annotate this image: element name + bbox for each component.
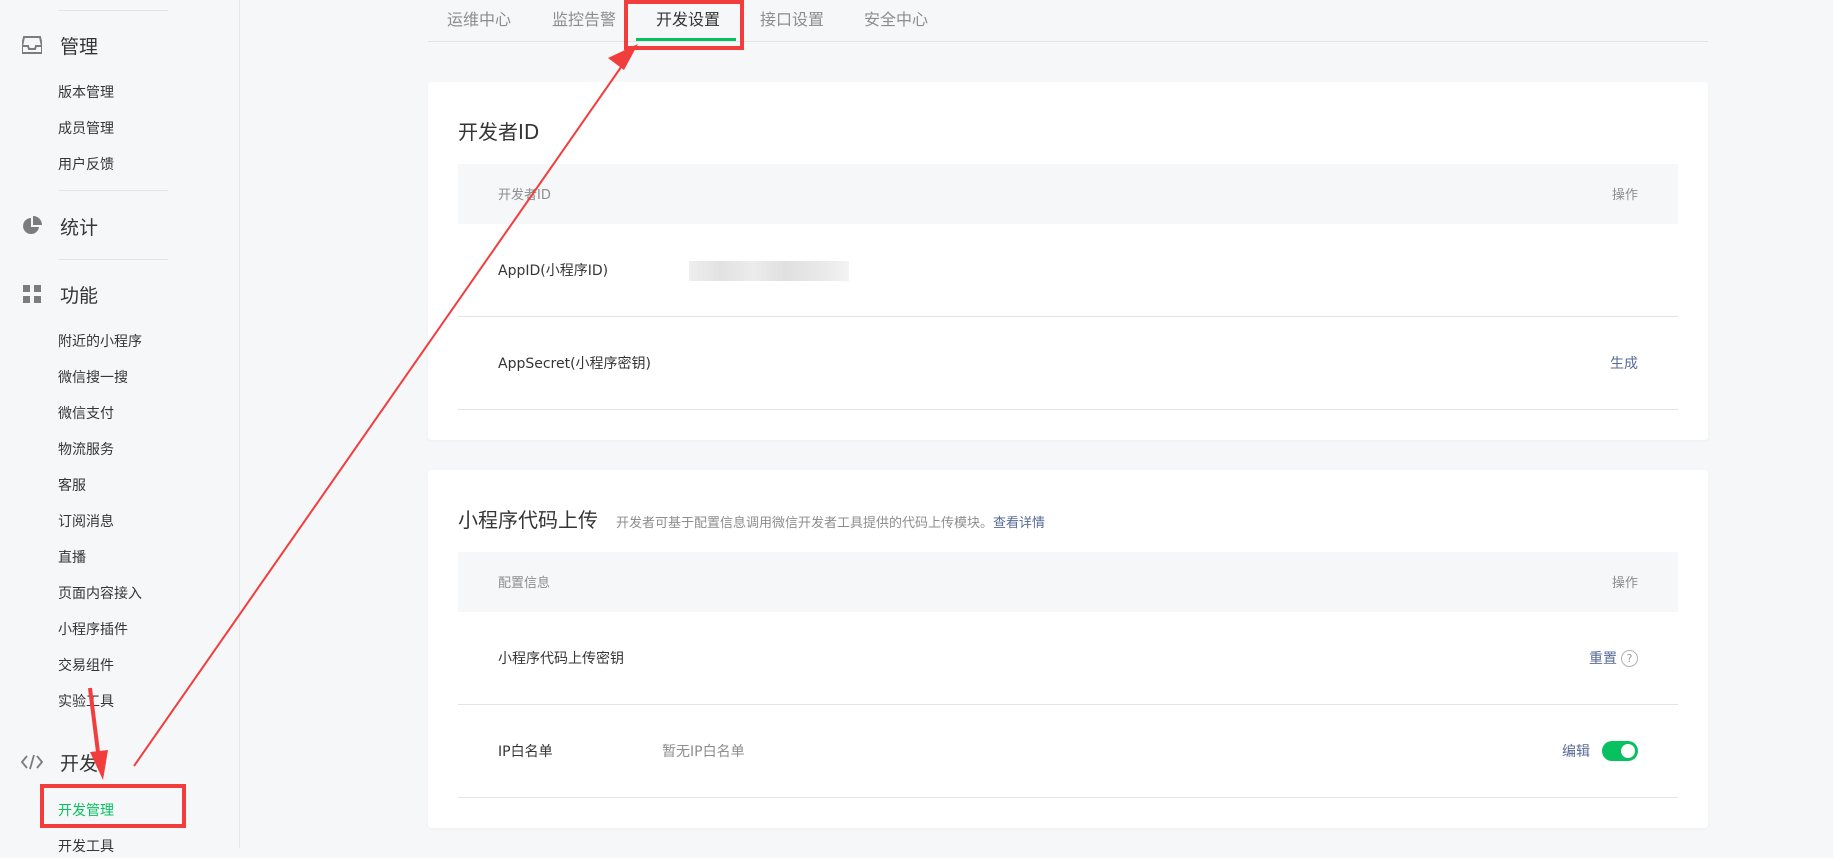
sidebar-item-nearby[interactable]: 附近的小程序 (58, 331, 142, 353)
pie-chart-icon (20, 214, 44, 238)
table-row-upload-key: 小程序代码上传密钥 重置 ? (458, 612, 1678, 705)
column-header-action: 操作 (1611, 188, 1638, 203)
code-upload-card: 小程序代码上传 开发者可基于配置信息调用微信开发者工具提供的代码上传模块。查看详情… (428, 470, 1708, 828)
sidebar-item-pay[interactable]: 微信支付 (58, 403, 114, 425)
appsecret-label: AppSecret(小程序密钥) (498, 356, 652, 372)
help-icon[interactable]: ? (1621, 649, 1638, 667)
tab-dev-settings[interactable]: 开发设置 (656, 8, 720, 32)
sidebar-item-plugins[interactable]: 小程序插件 (58, 619, 128, 641)
sidebar-item-live[interactable]: 直播 (58, 547, 86, 569)
sidebar-item-members[interactable]: 成员管理 (58, 118, 114, 140)
ip-whitelist-toggle[interactable] (1602, 741, 1638, 761)
sidebar-section-title: 管理 (60, 35, 99, 58)
inbox-icon (20, 33, 44, 57)
ip-whitelist-label: IP白名单 (498, 744, 553, 760)
sidebar-item-feedback[interactable]: 用户反馈 (58, 154, 114, 176)
column-header-developer-id: 开发者ID (498, 188, 551, 203)
appid-label: AppID(小程序ID) (498, 263, 609, 279)
sidebar-section-title: 统计 (60, 216, 99, 239)
card-title: 开发者ID (458, 120, 540, 144)
tab-monitor[interactable]: 监控告警 (552, 8, 616, 32)
card-subtitle: 开发者可基于配置信息调用微信开发者工具提供的代码上传模块。查看详情 (616, 516, 1045, 531)
sidebar-item-page-content[interactable]: 页面内容接入 (58, 583, 142, 605)
table-row-appsecret: AppSecret(小程序密钥) 生成 (458, 317, 1678, 410)
sidebar-section-manage[interactable]: 管理 (20, 30, 98, 60)
code-icon (20, 750, 44, 774)
top-tabs: 运维中心 监控告警 开发设置 接口设置 安全中心 (428, 0, 1708, 42)
generate-link[interactable]: 生成 (1610, 353, 1638, 373)
tab-security[interactable]: 安全中心 (864, 8, 928, 32)
grid-icon (20, 282, 44, 306)
action-cell: 生成 (1610, 353, 1638, 373)
card-title: 小程序代码上传 (458, 508, 598, 532)
action-cell: 重置 ? (1589, 648, 1638, 668)
annotation-arrowhead (608, 44, 638, 70)
table-header: 开发者ID 操作 (458, 164, 1678, 224)
sidebar-item-dev-tools[interactable]: 开发工具 (58, 836, 114, 858)
card-subtitle-text: 开发者可基于配置信息调用微信开发者工具提供的代码上传模块。 (616, 516, 994, 531)
table-header: 配置信息 操作 (458, 552, 1678, 612)
sidebar-item-search[interactable]: 微信搜一搜 (58, 367, 128, 389)
table-row-ip-whitelist: IP白名单 暂无IP白名单 编辑 (458, 705, 1678, 798)
upload-key-label: 小程序代码上传密钥 (498, 651, 624, 667)
sidebar-divider (58, 10, 168, 11)
action-cell: 编辑 (1562, 741, 1638, 761)
card-title-row: 小程序代码上传 开发者可基于配置信息调用微信开发者工具提供的代码上传模块。查看详情 (458, 504, 1045, 533)
sidebar-section-dev[interactable]: 开发 (20, 747, 98, 777)
sidebar-item-lab[interactable]: 实验工具 (58, 691, 114, 713)
ip-whitelist-value: 暂无IP白名单 (662, 744, 745, 760)
active-tab-underline (636, 38, 736, 41)
sidebar-item-version[interactable]: 版本管理 (58, 82, 114, 104)
sidebar: 管理 版本管理 成员管理 用户反馈 统计 功能 附近的小程序 微信搜一搜 微信支… (0, 0, 240, 855)
sidebar-divider (58, 259, 168, 260)
tab-api-settings[interactable]: 接口设置 (760, 8, 824, 32)
sidebar-section-stats[interactable]: 统计 (20, 211, 98, 241)
sidebar-item-dev-manage[interactable]: 开发管理 (58, 800, 114, 822)
sidebar-item-customer-service[interactable]: 客服 (58, 475, 86, 497)
sidebar-item-subscribe[interactable]: 订阅消息 (58, 511, 114, 533)
sidebar-divider (58, 190, 168, 191)
sidebar-section-title: 开发 (60, 752, 99, 775)
sidebar-item-trade[interactable]: 交易组件 (58, 655, 114, 677)
sidebar-item-logistics[interactable]: 物流服务 (58, 439, 114, 461)
table-row-appid: AppID(小程序ID) (458, 224, 1678, 317)
sidebar-section-title: 功能 (60, 284, 99, 307)
edit-link[interactable]: 编辑 (1562, 741, 1590, 761)
tab-ops[interactable]: 运维中心 (447, 8, 511, 32)
toggle-knob (1621, 744, 1635, 758)
column-header-config: 配置信息 (498, 576, 551, 591)
developer-id-card: 开发者ID 开发者ID 操作 AppID(小程序ID) AppSecret(小程… (428, 82, 1708, 440)
column-header-action: 操作 (1611, 576, 1638, 591)
appid-value-redacted (689, 261, 849, 281)
view-details-link[interactable]: 查看详情 (993, 516, 1045, 531)
sidebar-section-features[interactable]: 功能 (20, 279, 98, 309)
reset-link[interactable]: 重置 (1589, 648, 1617, 668)
